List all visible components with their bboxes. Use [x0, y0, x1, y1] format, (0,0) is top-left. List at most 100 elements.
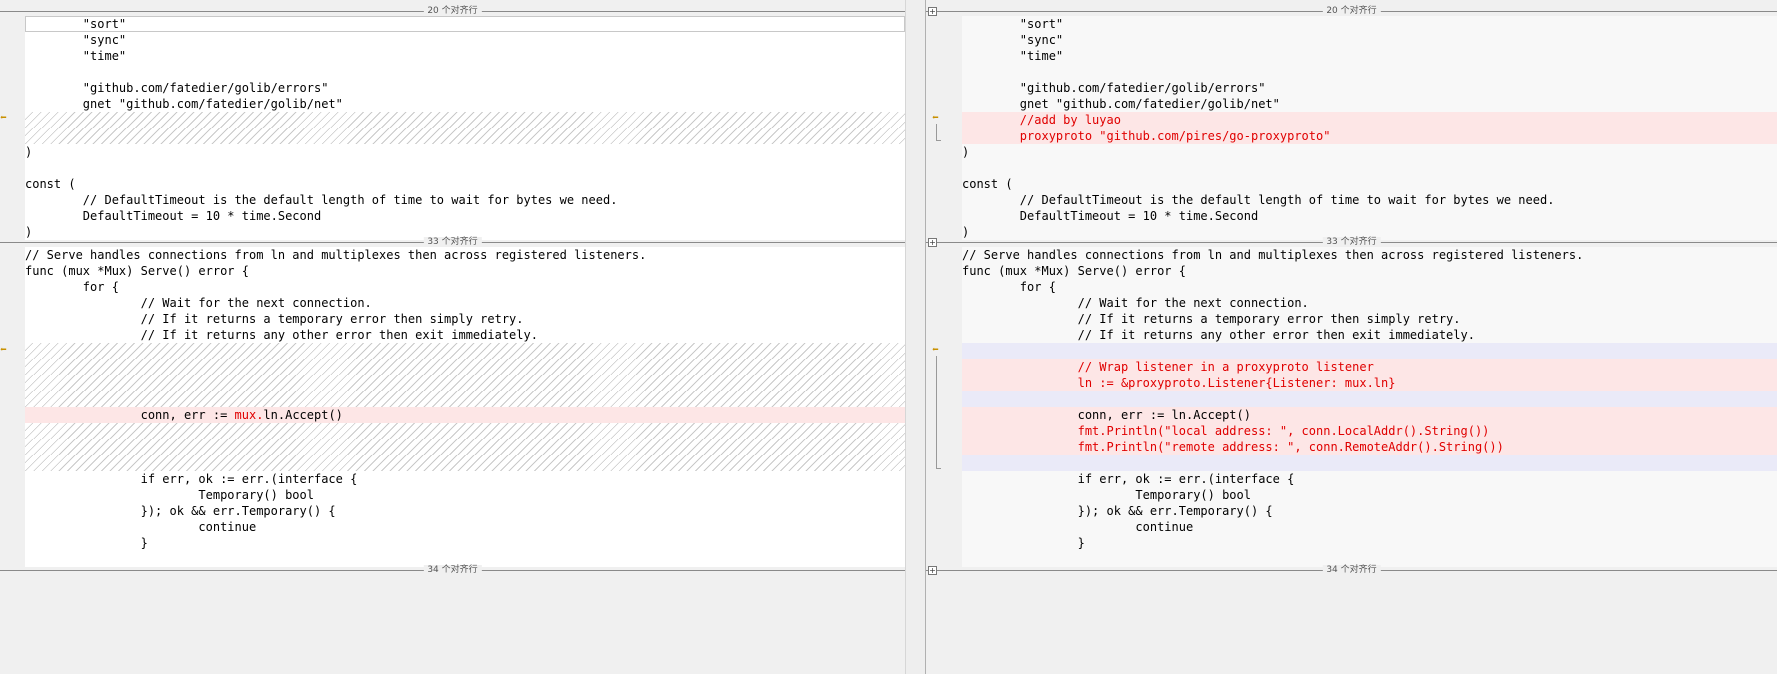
code-line[interactable]: } — [962, 535, 1777, 551]
code-line[interactable]: "sync" — [25, 32, 905, 48]
code-line[interactable] — [25, 160, 905, 176]
code-line[interactable]: "time" — [962, 48, 1777, 64]
expand-plus-icon[interactable]: + — [928, 7, 937, 16]
code-text: "sync" — [25, 33, 127, 47]
diff-marker-icon[interactable]: ⬅ — [932, 344, 942, 355]
code-line[interactable]: for { — [962, 279, 1777, 295]
code-line[interactable]: "github.com/fatedier/golib/errors" — [25, 80, 905, 96]
code-line[interactable]: "sort" — [25, 16, 905, 32]
code-text: }); ok && err.Temporary() { — [25, 504, 336, 518]
code-line[interactable]: // Serve handles connections from ln and… — [962, 247, 1777, 263]
diff-marker-icon[interactable]: ⬅ — [0, 112, 10, 123]
code-text: continue — [25, 520, 257, 534]
code-line[interactable]: DefaultTimeout = 10 * time.Second — [25, 208, 905, 224]
code-text: "sync" — [962, 33, 1064, 47]
code-line[interactable]: if err, ok := err.(interface { — [25, 471, 905, 487]
code-line[interactable]: conn, err := mux.ln.Accept() — [25, 407, 905, 423]
diff-marker-icon[interactable]: ⬅ — [932, 112, 942, 123]
expand-plus-icon[interactable]: + — [928, 566, 937, 575]
code-text: ln.Accept() — [263, 408, 343, 422]
code-line[interactable]: // If it returns any other error then ex… — [25, 327, 905, 343]
code-line[interactable]: ln := &proxyproto.Listener{Listener: mux… — [962, 375, 1777, 391]
code-line[interactable]: // If it returns a temporary error then … — [962, 311, 1777, 327]
separator-bottom: 34 个对齐行 — [0, 565, 905, 575]
code-line[interactable]: "sync" — [962, 32, 1777, 48]
code-text: for { — [962, 280, 1056, 294]
code-text: DefaultTimeout = 10 * time.Second — [962, 209, 1259, 223]
code-text-changed: ln := &proxyproto.Listener{Listener: mux… — [962, 376, 1396, 390]
code-line[interactable] — [25, 64, 905, 80]
code-line[interactable]: // Wrap listener in a proxyproto listene… — [962, 359, 1777, 375]
code-line[interactable]: Temporary() bool — [25, 487, 905, 503]
code-line[interactable]: proxyproto "github.com/pires/go-proxypro… — [962, 128, 1777, 144]
code-text: const ( — [962, 177, 1013, 191]
code-line[interactable] — [25, 343, 905, 359]
code-line[interactable]: DefaultTimeout = 10 * time.Second — [962, 208, 1777, 224]
code-line[interactable]: }); ok && err.Temporary() { — [25, 503, 905, 519]
code-line[interactable]: ) — [25, 144, 905, 160]
expand-plus-icon[interactable]: + — [928, 238, 937, 247]
code-text: } — [25, 536, 148, 550]
code-line[interactable] — [25, 423, 905, 439]
separator-mid: +33 个对齐行 — [926, 237, 1777, 247]
diff-marker-icon[interactable]: ⬅ — [0, 344, 10, 355]
code-line[interactable]: fmt.Println("local address: ", conn.Loca… — [962, 423, 1777, 439]
code-line[interactable]: // If it returns a temporary error then … — [25, 311, 905, 327]
code-line[interactable] — [25, 391, 905, 407]
code-line[interactable]: if err, ok := err.(interface { — [962, 471, 1777, 487]
code-text: // Wait for the next connection. — [25, 296, 372, 310]
right-code-block-1[interactable]: "sort" "sync" "time" "github.com/fatedie… — [962, 16, 1777, 240]
code-line[interactable]: "time" — [25, 48, 905, 64]
code-line[interactable]: }); ok && err.Temporary() { — [962, 503, 1777, 519]
code-line[interactable]: // Serve handles connections from ln and… — [25, 247, 905, 263]
code-line[interactable] — [962, 343, 1777, 359]
code-line[interactable] — [25, 128, 905, 144]
code-text: gnet "github.com/fatedier/golib/net" — [25, 97, 343, 111]
code-line[interactable] — [25, 439, 905, 455]
left-code-block-2[interactable]: // Serve handles connections from ln and… — [25, 247, 905, 567]
code-text: Temporary() bool — [25, 488, 314, 502]
code-line[interactable]: ) — [962, 144, 1777, 160]
code-line[interactable] — [25, 112, 905, 128]
code-line[interactable]: fmt.Println("remote address: ", conn.Rem… — [962, 439, 1777, 455]
code-line[interactable] — [25, 359, 905, 375]
code-line[interactable]: } — [25, 535, 905, 551]
code-line[interactable] — [962, 391, 1777, 407]
code-line[interactable]: "sort" — [962, 16, 1777, 32]
code-line[interactable]: const ( — [962, 176, 1777, 192]
pane-splitter[interactable] — [905, 0, 926, 674]
code-line[interactable] — [25, 375, 905, 391]
code-text: }); ok && err.Temporary() { — [962, 504, 1273, 518]
code-line[interactable]: "github.com/fatedier/golib/errors" — [962, 80, 1777, 96]
code-line[interactable]: Temporary() bool — [962, 487, 1777, 503]
code-line[interactable]: // DefaultTimeout is the default length … — [962, 192, 1777, 208]
code-text-changed: proxyproto "github.com/pires/go-proxypro… — [962, 129, 1331, 143]
code-line[interactable]: continue — [962, 519, 1777, 535]
code-line[interactable]: // If it returns any other error then ex… — [962, 327, 1777, 343]
code-line[interactable] — [25, 455, 905, 471]
code-line[interactable]: conn, err := ln.Accept() — [962, 407, 1777, 423]
code-line[interactable] — [962, 455, 1777, 471]
left-code-block-1[interactable]: "sort" "sync" "time" "github.com/fatedie… — [25, 16, 905, 240]
code-line[interactable]: gnet "github.com/fatedier/golib/net" — [962, 96, 1777, 112]
code-line[interactable]: // Wait for the next connection. — [962, 295, 1777, 311]
left-diff-pane[interactable]: 20 个对齐行 "sort" "sync" "time" "github.com… — [0, 0, 905, 674]
code-line[interactable]: // Wait for the next connection. — [25, 295, 905, 311]
code-line[interactable]: // DefaultTimeout is the default length … — [25, 192, 905, 208]
code-line[interactable]: continue — [25, 519, 905, 535]
code-line[interactable]: //add by luyao — [962, 112, 1777, 128]
code-text: conn, err := ln.Accept() — [962, 408, 1251, 422]
code-line[interactable]: gnet "github.com/fatedier/golib/net" — [25, 96, 905, 112]
code-text: if err, ok := err.(interface { — [962, 472, 1295, 486]
right-diff-pane[interactable]: +20 个对齐行 "sort" "sync" "time" "github.co… — [926, 0, 1777, 674]
code-line[interactable]: for { — [25, 279, 905, 295]
code-text: // Wait for the next connection. — [962, 296, 1309, 310]
right-code-block-2[interactable]: // Serve handles connections from ln and… — [962, 247, 1777, 567]
code-line[interactable] — [962, 64, 1777, 80]
code-line[interactable]: func (mux *Mux) Serve() error { — [25, 263, 905, 279]
separator-label: 34 个对齐行 — [1322, 565, 1381, 575]
code-line[interactable]: func (mux *Mux) Serve() error { — [962, 263, 1777, 279]
code-line[interactable]: const ( — [25, 176, 905, 192]
code-text: ) — [25, 145, 33, 159]
code-line[interactable] — [962, 160, 1777, 176]
